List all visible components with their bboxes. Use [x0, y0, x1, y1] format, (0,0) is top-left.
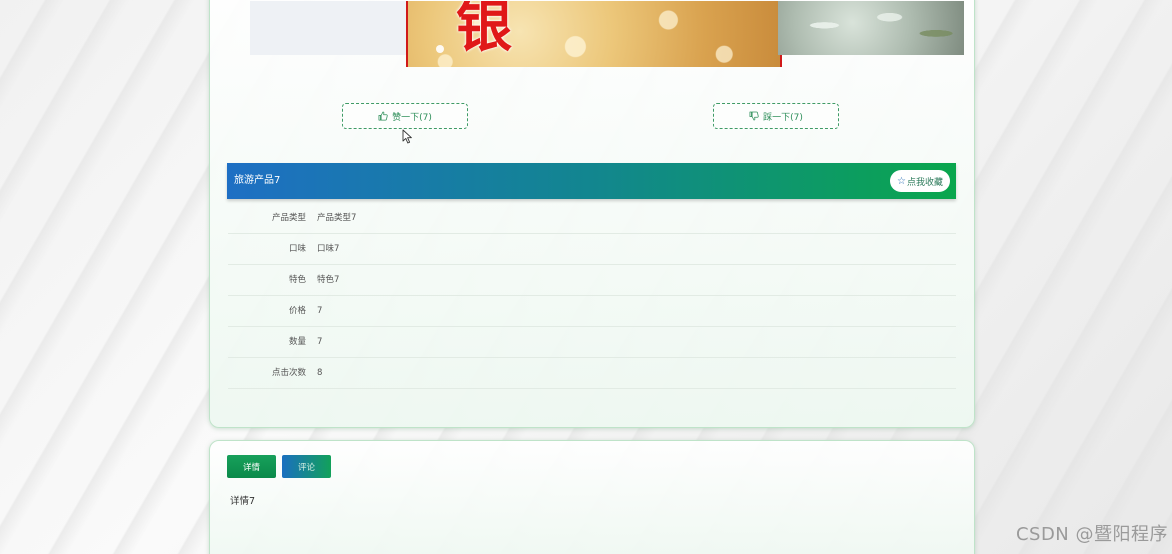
favorite-button[interactable]: ☆ 点我收藏	[890, 170, 950, 192]
dislike-label: 踩一下(7)	[763, 112, 803, 123]
carousel-slide-right	[778, 1, 964, 55]
like-label: 赞一下(7)	[392, 112, 432, 123]
detail-row-type: 产品类型 产品类型7	[228, 203, 956, 234]
star-icon: ☆	[897, 175, 906, 187]
detail-value: 7	[317, 337, 323, 347]
detail-row-price: 价格 7	[228, 296, 956, 327]
image-carousel[interactable]: 银	[250, 1, 964, 67]
detail-label: 口味	[288, 244, 306, 254]
carousel-slide-left	[250, 1, 406, 55]
detail-row-clicks: 点击次数 8	[228, 358, 956, 389]
slide-text: 银	[456, 1, 512, 60]
product-card: 银 赞一下(7) 踩一下(7) 旅游产品7 ☆ 点我收藏 产品类型 产品类型7 …	[209, 0, 975, 428]
like-button[interactable]: 赞一下(7)	[342, 103, 468, 129]
thumbs-up-icon	[378, 111, 388, 121]
detail-value: 8	[317, 368, 323, 378]
detail-row-feature: 特色 特色7	[228, 265, 956, 296]
product-title: 旅游产品7	[234, 175, 281, 186]
tab-detail[interactable]: 详情	[227, 455, 276, 478]
detail-value: 产品类型7	[317, 213, 357, 223]
detail-value: 7	[317, 306, 323, 316]
product-header: 旅游产品7 ☆ 点我收藏	[227, 163, 956, 199]
detail-row-taste: 口味 口味7	[228, 234, 956, 265]
detail-row-quantity: 数量 7	[228, 327, 956, 358]
watermark: CSDN @暨阳程序	[1015, 524, 1168, 545]
thumbs-down-icon	[749, 111, 759, 121]
detail-label: 点击次数	[271, 368, 306, 378]
detail-value: 特色7	[317, 275, 340, 285]
tab-comment[interactable]: 评论	[282, 455, 331, 478]
detail-label: 产品类型	[271, 213, 306, 223]
product-details-table: 产品类型 产品类型7 口味 口味7 特色 特色7 价格 7 数量 7 点击次数 …	[228, 203, 956, 389]
detail-label: 特色	[288, 275, 306, 285]
detail-value: 口味7	[317, 244, 340, 254]
detail-label: 价格	[288, 306, 306, 316]
mouse-cursor-icon	[402, 129, 412, 144]
tab-content: 详情7	[230, 496, 256, 507]
detail-label: 数量	[288, 337, 306, 347]
tabs-card: 详情 评论 详情7	[209, 440, 975, 554]
carousel-slide-main: 银	[406, 1, 782, 67]
favorite-label: 点我收藏	[906, 177, 943, 188]
dislike-button[interactable]: 踩一下(7)	[713, 103, 839, 129]
carousel-indicator-dot[interactable]	[436, 45, 444, 53]
